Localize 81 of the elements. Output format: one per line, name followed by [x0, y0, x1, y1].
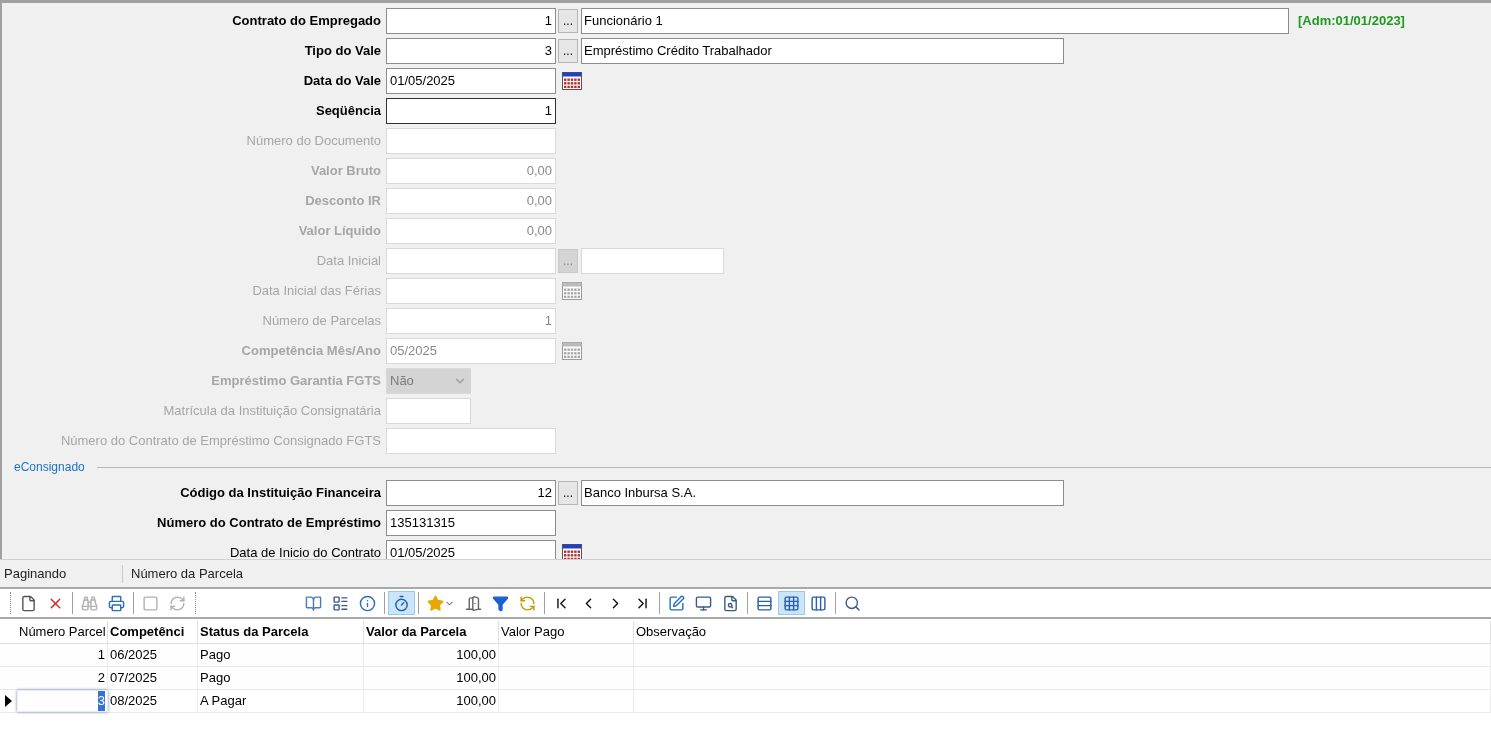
column-header[interactable]: Valor Pago	[499, 621, 634, 643]
input-field[interactable]: 1	[386, 8, 556, 34]
filter-icon	[492, 594, 509, 612]
field-label: Matrícula da Instituição Consignatária	[163, 402, 381, 421]
group-field-label: Número da Parcela	[130, 564, 243, 583]
file-icon	[20, 594, 37, 612]
search-icon	[844, 594, 861, 612]
table-row[interactable]: 3 08/2025 A Pagar 100,00	[0, 690, 1491, 713]
field-label: Tipo do Vale	[304, 42, 381, 61]
input-field[interactable]: 135131315	[386, 510, 556, 536]
input-field[interactable]: 01/05/2025	[386, 540, 556, 559]
paging-mode-label: Paginando	[3, 564, 68, 583]
input-field[interactable]: 1	[386, 98, 556, 124]
stopwatch-icon	[393, 594, 410, 612]
table-cell: 07/2025	[108, 667, 198, 689]
table-cell: 100,00	[364, 667, 499, 689]
table-cell: Pago	[198, 667, 364, 689]
table-cell: 3	[17, 690, 108, 712]
field-label: Seqüência	[315, 102, 381, 121]
description-field[interactable]: Empréstimo Crédito Trabalhador	[581, 38, 1064, 64]
toolbar-button[interactable]	[388, 591, 415, 615]
info-icon	[359, 594, 376, 612]
grid-icon	[810, 594, 827, 612]
binoculars-icon	[81, 594, 98, 612]
table-cell: 2	[17, 667, 108, 689]
form-icon	[332, 594, 349, 612]
field-label: Data de Inicio do Contrato	[229, 544, 381, 559]
lookup-button[interactable]: ...	[558, 481, 578, 505]
admission-date-label: [Adm:01/01/2023]	[1298, 12, 1405, 31]
field-label: Valor Bruto	[310, 162, 381, 181]
column-header[interactable]: Competênci	[108, 621, 198, 643]
description-field[interactable]	[581, 248, 724, 274]
table-cell: 08/2025	[108, 690, 198, 712]
calendar-icon[interactable]	[562, 544, 582, 559]
table-cell: 1	[17, 644, 108, 666]
door-icon	[465, 594, 482, 612]
lookup-button[interactable]: ...	[558, 39, 578, 63]
monitor-icon	[695, 594, 712, 612]
field-label: Contrato do Empregado	[232, 12, 381, 31]
refresh-icon	[169, 594, 186, 612]
book-icon	[305, 594, 322, 612]
field-label: Valor Líquido	[298, 222, 381, 241]
field-label: Data Inicial das Férias	[252, 282, 381, 301]
table-row[interactable]: 1 06/2025 Pago 100,00	[0, 644, 1491, 667]
field-label: Data Inicial	[316, 252, 381, 271]
table-cell: 100,00	[364, 690, 499, 712]
input-field[interactable]: 12	[386, 480, 556, 506]
sync-icon	[519, 594, 536, 612]
calendar-icon[interactable]	[562, 72, 582, 90]
input-field[interactable]: 01/05/2025	[386, 68, 556, 94]
toolbar-button[interactable]	[778, 591, 805, 615]
field-label: Código da Instituição Financeira	[180, 484, 381, 503]
star-icon	[427, 594, 444, 612]
table-row[interactable]: 2 07/2025 Pago 100,00	[0, 667, 1491, 690]
table-cell: 06/2025	[108, 644, 198, 666]
file-search-icon	[722, 594, 739, 612]
field-label: Desconto IR	[305, 192, 381, 211]
field-label: Número do Documento	[246, 132, 381, 151]
column-header[interactable]: Status da Parcela	[198, 621, 364, 643]
square-icon	[142, 594, 159, 612]
column-header[interactable]: Observação	[634, 621, 1491, 643]
grid-icon	[756, 594, 773, 612]
table-cell: A Pagar	[198, 690, 364, 712]
column-header[interactable]: Valor da Parcela	[364, 621, 499, 643]
column-header[interactable]: Número Parcel	[17, 621, 108, 643]
section-title: eConsignado	[14, 459, 85, 476]
field-label: Número do Contrato de Empréstimo Consignado FGTS	[60, 432, 381, 451]
field-label: Número do Contrato de Empréstimo	[157, 514, 381, 533]
grid-icon	[783, 594, 800, 612]
input-field[interactable]: 3	[386, 38, 556, 64]
description-field[interactable]: Banco Inbursa S.A.	[581, 480, 1064, 506]
lookup-button[interactable]: ...	[558, 9, 578, 33]
table-cell: 100,00	[364, 644, 499, 666]
description-field[interactable]: Funcionário 1	[581, 8, 1289, 34]
table-cell: Pago	[198, 644, 364, 666]
field-label: Competência Mês/Ano	[241, 342, 381, 361]
printer-icon	[108, 594, 125, 612]
field-label: Número de Parcelas	[262, 312, 381, 331]
field-label: Data do Vale	[303, 72, 381, 91]
field-label: Empréstimo Garantia FGTS	[211, 372, 381, 391]
edit-icon	[668, 594, 685, 612]
